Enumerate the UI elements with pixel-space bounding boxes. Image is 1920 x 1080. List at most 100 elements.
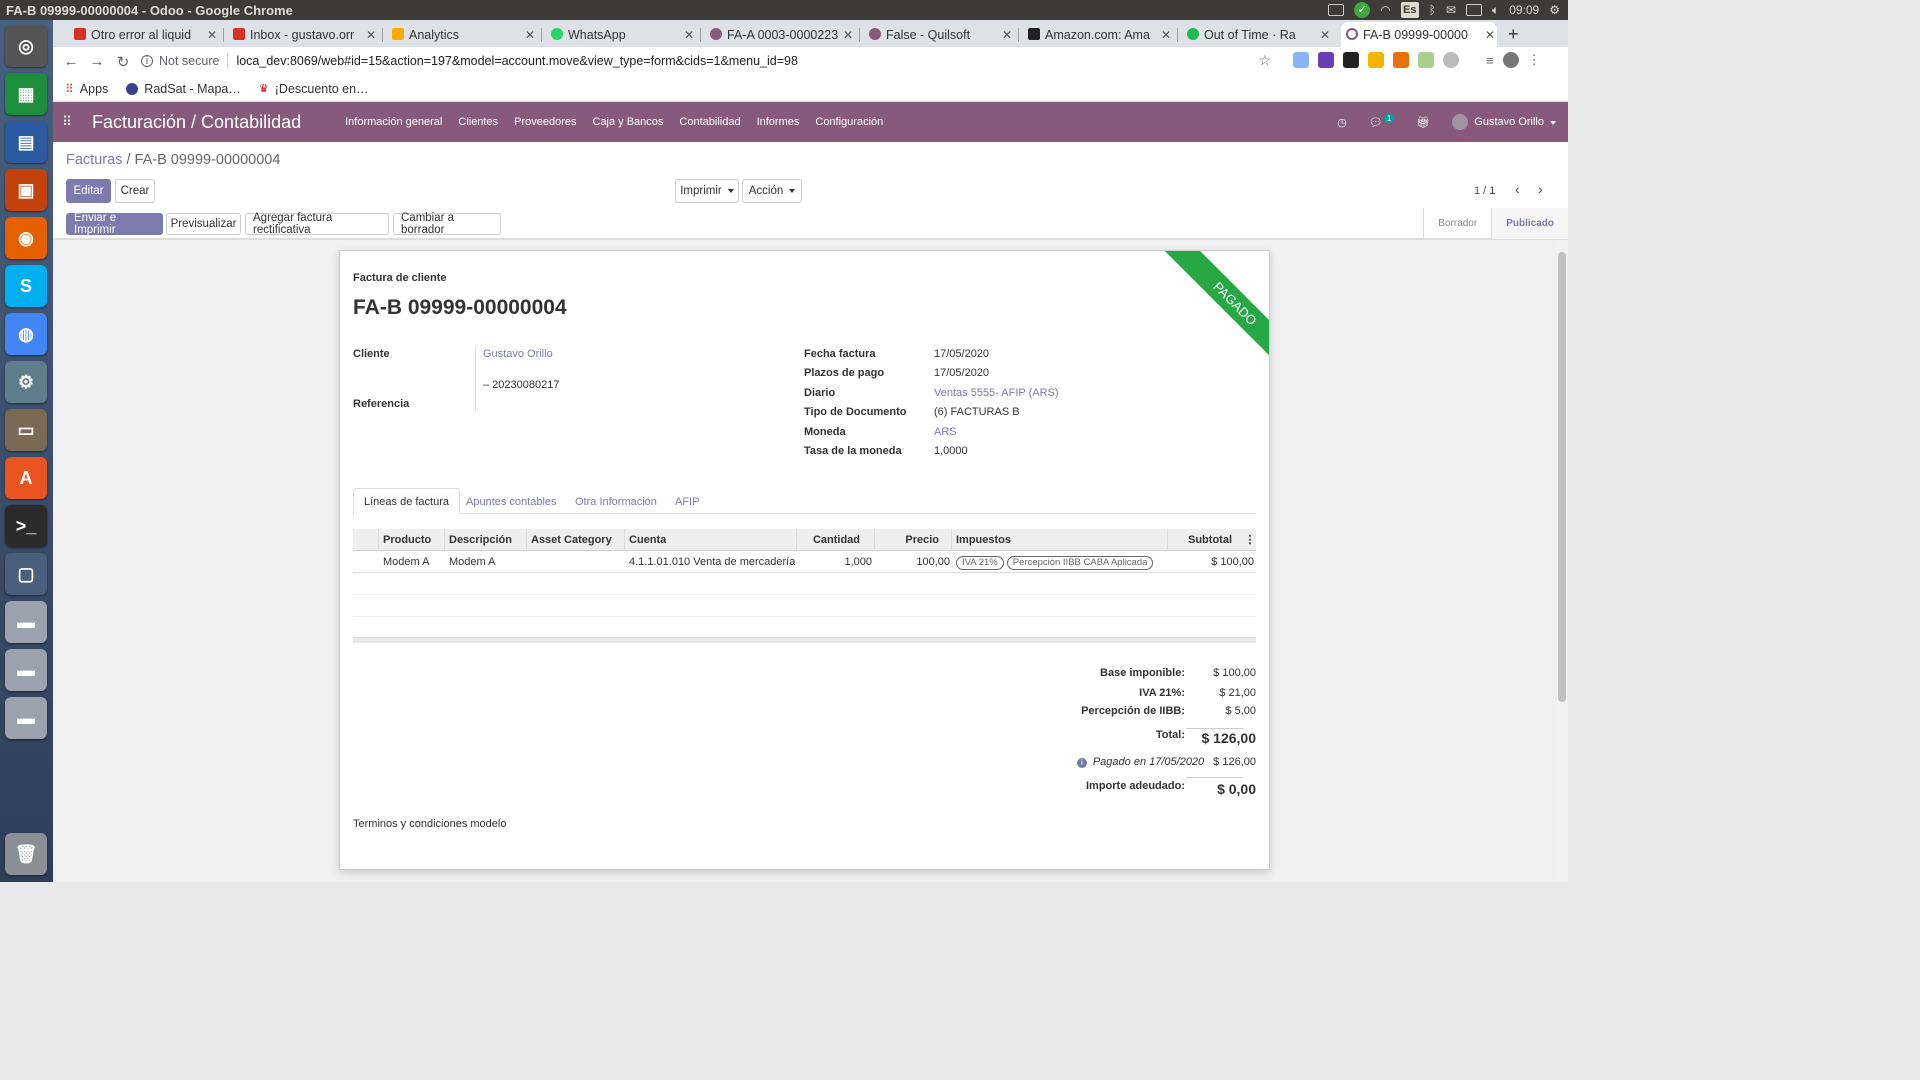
tab-invoice-lines[interactable]: Líneas de factura	[353, 488, 461, 515]
extension-icon[interactable]	[1393, 52, 1409, 68]
reload-icon[interactable]: ↻	[110, 53, 136, 71]
sync-ok-icon[interactable]: ✓	[1354, 2, 1371, 18]
mail-icon[interactable]: ✉	[1446, 3, 1456, 17]
drive-icon[interactable]: ▬	[5, 649, 47, 691]
new-tab-button[interactable]: +	[1508, 24, 1519, 45]
extension-icon[interactable]	[1343, 52, 1359, 68]
menu-configuracion[interactable]: Configuración	[815, 116, 883, 128]
close-tab-icon[interactable]: ✕	[1159, 28, 1173, 42]
browser-tab[interactable]: Amazon.com: Ama ✕	[1023, 22, 1173, 47]
browser-tab[interactable]: FA-A 0003-0000223 ✕	[705, 22, 855, 47]
column-header[interactable]: Precio	[875, 529, 952, 551]
workspace-icon[interactable]: ▢	[5, 553, 47, 595]
browser-tab[interactable]: WhatsApp ✕	[546, 22, 696, 47]
column-header[interactable]: Producto	[379, 529, 445, 551]
close-tab-icon[interactable]: ✕	[682, 28, 696, 42]
browser-menu-icon[interactable]: ⋮	[1528, 52, 1541, 68]
column-header[interactable]: Cantidad	[797, 529, 875, 551]
files-icon[interactable]: ▭	[5, 409, 47, 451]
create-button[interactable]: Crear	[115, 179, 155, 203]
action-dropdown[interactable]: Acción	[742, 179, 802, 203]
drive-icon[interactable]: ▬	[5, 697, 47, 739]
info-icon[interactable]: i	[1076, 758, 1087, 768]
browser-tab-active[interactable]: FA-B 09999-00000 ✕	[1341, 22, 1497, 47]
writer-app-icon[interactable]: ▤	[5, 121, 47, 163]
pager-prev-icon[interactable]: ‹	[1515, 181, 1520, 197]
app-name[interactable]: Facturación / Contabilidad	[92, 112, 301, 133]
menu-proveedores[interactable]: Proveedores	[514, 116, 576, 128]
extension-icon[interactable]	[1418, 52, 1434, 68]
skype-icon[interactable]: S	[5, 265, 47, 307]
menu-contabilidad[interactable]: Contabilidad	[679, 116, 740, 128]
payment-info[interactable]: i Pagado en 17/05/2020 $ 126,00	[1076, 756, 1256, 768]
close-tab-icon[interactable]: ✕	[1318, 28, 1332, 42]
close-tab-icon[interactable]: ✕	[1000, 28, 1014, 42]
battery-icon[interactable]	[1466, 4, 1482, 16]
pager-value[interactable]: 1 / 1	[1474, 185, 1495, 197]
browser-tab[interactable]: Inbox - gustavo.orr ✕	[228, 22, 378, 47]
menu-informacion-general[interactable]: Información general	[345, 116, 442, 128]
browser-tab[interactable]: False - Quilsoft ✕	[864, 22, 1014, 47]
breadcrumb-parent[interactable]: Facturas	[66, 152, 122, 168]
bookmark-radsat[interactable]: RadSat - Mapa…	[126, 82, 241, 96]
tab-journal-items[interactable]: Apuntes contables	[456, 488, 567, 515]
extension-icon[interactable]	[1443, 52, 1459, 68]
back-icon[interactable]: ←	[58, 53, 84, 70]
firefox-icon[interactable]: ◉	[5, 217, 47, 259]
bookmark-apps[interactable]: ⠿ Apps	[65, 82, 108, 96]
extension-icon[interactable]	[1368, 52, 1384, 68]
settings-icon[interactable]: ⚙	[5, 361, 47, 403]
line-description[interactable]: Modem A	[449, 551, 495, 573]
bookmark-descuento[interactable]: ♛ ¡Descuento en…	[259, 82, 369, 96]
print-dropdown[interactable]: Imprimir	[675, 179, 739, 203]
profile-avatar[interactable]	[1502, 52, 1519, 68]
software-center-icon[interactable]: A	[5, 457, 47, 499]
reset-to-draft-button[interactable]: Cambiar a borrador	[393, 212, 501, 236]
chrome-icon[interactable]: ◍	[5, 313, 47, 355]
column-header[interactable]: Subtotal	[1168, 529, 1244, 551]
optional-columns-icon[interactable]: ⋮	[1244, 529, 1256, 551]
add-credit-note-button[interactable]: Agregar factura rectificativa	[245, 212, 389, 236]
info-icon[interactable]: i	[141, 55, 153, 67]
dash-home-icon[interactable]: ◎	[5, 25, 47, 67]
line-taxes[interactable]: IVA 21% Percepción IIBB CABA Aplicada	[956, 551, 1156, 573]
menu-informes[interactable]: Informes	[757, 116, 800, 128]
journal-link[interactable]: Ventas 5555- AFIP (ARS)	[934, 387, 1059, 399]
column-header[interactable]: Asset Category	[527, 529, 625, 551]
tab-other-info[interactable]: Otra Información	[565, 488, 667, 515]
media-control-icon[interactable]: ≡	[1486, 53, 1494, 68]
currency-link[interactable]: ARS	[934, 426, 957, 438]
gear-icon[interactable]: ⚙	[1549, 3, 1560, 17]
extension-icon[interactable]	[1318, 52, 1334, 68]
trash-icon[interactable]: 🗑︎	[5, 833, 47, 875]
url-text[interactable]: loca_dev:8069/web#id=15&action=197&model…	[236, 54, 798, 68]
browser-tab[interactable]: Out of Time · Ra ✕	[1182, 22, 1332, 47]
close-tab-icon[interactable]: ✕	[523, 28, 537, 42]
wifi-icon[interactable]: ◠	[1380, 3, 1390, 17]
tab-afip[interactable]: AFIP	[665, 488, 709, 515]
clock[interactable]: 09:09	[1509, 3, 1539, 17]
close-tab-icon[interactable]: ✕	[841, 28, 855, 42]
forward-icon[interactable]: →	[84, 53, 110, 70]
pager-next-icon[interactable]: ›	[1538, 181, 1543, 197]
drive-icon[interactable]: ▬	[5, 601, 47, 643]
line-product[interactable]: Modem A	[383, 551, 429, 573]
column-header[interactable]: Descripción	[445, 529, 527, 551]
display-icon[interactable]	[1328, 4, 1345, 16]
line-account[interactable]: 4.1.1.01.010 Venta de mercadería	[629, 551, 795, 573]
activity-clock-icon[interactable]: ◷	[1337, 116, 1347, 129]
page-scrollbar[interactable]	[1556, 240, 1568, 882]
close-tab-icon[interactable]: ✕	[364, 28, 378, 42]
apps-menu-icon[interactable]: ⠿	[53, 114, 81, 130]
preview-button[interactable]: Previsualizar	[166, 213, 241, 235]
bluetooth-icon[interactable]: ᛒ	[1429, 3, 1436, 17]
menu-caja-bancos[interactable]: Caja y Bancos	[592, 116, 663, 128]
column-header[interactable]: Cuenta	[625, 529, 797, 551]
gift-icon[interactable]: 🎁︎	[1416, 116, 1430, 129]
extension-icon[interactable]	[1293, 52, 1309, 68]
volume-icon[interactable]: 🔈︎	[1492, 3, 1499, 18]
menu-clientes[interactable]: Clientes	[458, 116, 498, 128]
address-bar[interactable]: i Not secure loca_dev:8069/web#id=15&act…	[141, 49, 1271, 73]
browser-tab[interactable]: Otro error al liquid ✕	[69, 22, 219, 47]
edit-button[interactable]: Editar	[66, 179, 111, 203]
